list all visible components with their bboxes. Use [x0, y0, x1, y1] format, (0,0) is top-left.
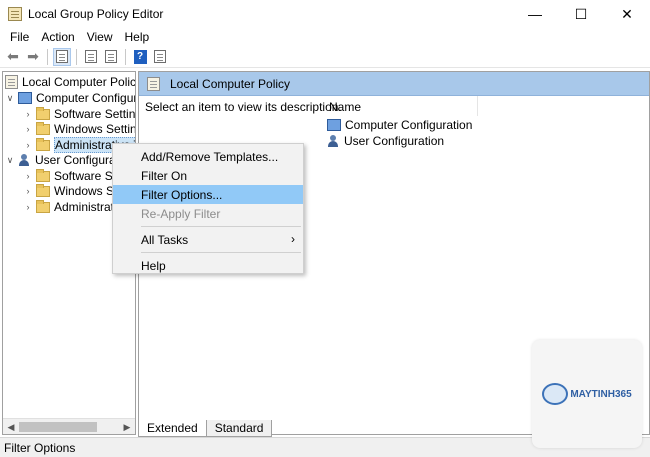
- menu-separator: [141, 252, 301, 253]
- view-tabs: Extended Standard: [138, 419, 273, 437]
- expand-chevron-icon[interactable]: ›: [23, 109, 33, 119]
- folder-icon: [36, 121, 50, 135]
- tree-item-windows-settings[interactable]: › Windows Setting: [23, 121, 136, 137]
- menu-help[interactable]: Help: [119, 30, 156, 44]
- window-title: Local Group Policy Editor: [28, 7, 164, 21]
- tree-item-label: Administrat: [54, 200, 115, 214]
- tree-item-label: Windows Setting: [54, 122, 136, 136]
- expand-chevron-icon[interactable]: ›: [23, 202, 33, 212]
- back-arrow-icon: ⬅: [7, 48, 19, 64]
- policy-icon: [147, 76, 160, 91]
- help-button[interactable]: ?: [131, 48, 149, 66]
- scroll-left-icon[interactable]: ◀: [4, 420, 18, 434]
- folder-icon: [36, 168, 50, 182]
- expand-chevron-icon[interactable]: ›: [23, 171, 33, 181]
- tree-item-user-windows-settings[interactable]: › Windows Se: [23, 183, 121, 199]
- tree-item-label: Local Computer Policy: [22, 75, 136, 89]
- menu-separator: [141, 226, 301, 227]
- help-icon: ?: [133, 49, 147, 64]
- menu-file[interactable]: File: [4, 30, 35, 44]
- toolbar-separator: [76, 48, 77, 65]
- horizontal-scrollbar[interactable]: ◀ ▶: [3, 418, 135, 434]
- submenu-arrow-icon: ›: [291, 232, 295, 246]
- expand-chevron-icon[interactable]: ›: [23, 186, 33, 196]
- collapse-chevron-icon[interactable]: ∨: [5, 155, 15, 166]
- console-tree-icon: [56, 50, 68, 63]
- menu-view[interactable]: View: [81, 30, 119, 44]
- details-header-title: Local Computer Policy: [170, 76, 291, 91]
- window-controls: — ☐ ✕: [512, 0, 650, 28]
- list-item-label: User Configuration: [344, 134, 445, 148]
- folder-icon: [36, 183, 50, 197]
- export-icon: [105, 50, 117, 63]
- menu-item-reapply-filter: Re-Apply Filter: [141, 206, 221, 221]
- list-item-user-configuration[interactable]: User Configuration: [327, 134, 444, 148]
- forward-button[interactable]: ➡: [24, 48, 42, 66]
- globe-icon: [542, 383, 569, 405]
- forward-arrow-icon: ➡: [27, 48, 39, 64]
- title-bar: Local Group Policy Editor — ☐ ✕: [0, 0, 650, 28]
- user-icon: [327, 134, 340, 148]
- watermark-mark: MAYTINH365: [542, 383, 632, 405]
- watermark-logo: MAYTINH365: [532, 340, 642, 448]
- group-policy-app-icon: [8, 7, 22, 21]
- filter-icon: [154, 50, 166, 63]
- user-icon: [18, 153, 31, 167]
- folder-icon: [36, 199, 50, 213]
- menu-bar: File Action View Help: [0, 28, 650, 46]
- tree-item-software-settings[interactable]: › Software Settings: [23, 106, 136, 122]
- collapse-chevron-icon[interactable]: ∨: [5, 93, 15, 104]
- tree-item-local-computer-policy[interactable]: Local Computer Policy: [5, 74, 136, 90]
- policy-icon: [5, 75, 18, 89]
- folder-icon: [36, 106, 50, 120]
- minimize-button[interactable]: —: [512, 0, 558, 28]
- menu-item-filter-options[interactable]: Filter Options...: [113, 185, 303, 204]
- list-item-label: Computer Configuration: [345, 118, 473, 132]
- toolbar-separator: [125, 48, 126, 65]
- tab-extended[interactable]: Extended: [138, 420, 207, 437]
- scrollbar-thumb[interactable]: [19, 422, 97, 432]
- properties-icon: [85, 50, 97, 63]
- expand-chevron-icon[interactable]: ›: [23, 124, 33, 134]
- description-text: Select an item to view its description.: [145, 100, 342, 114]
- tree-item-label: Computer Configura: [36, 91, 136, 105]
- tab-standard[interactable]: Standard: [205, 420, 273, 437]
- menu-item-filter-on[interactable]: Filter On: [113, 166, 303, 185]
- menu-item-all-tasks[interactable]: All Tasks ›: [113, 230, 303, 249]
- tree-item-label: Windows Se: [54, 184, 121, 198]
- properties-button[interactable]: [82, 48, 100, 66]
- menu-item-help[interactable]: Help: [113, 256, 303, 275]
- computer-icon: [18, 92, 32, 104]
- tree-item-user-configuration[interactable]: ∨ User Configurati: [5, 152, 122, 168]
- filter-button[interactable]: [151, 48, 169, 66]
- menu-item-add-remove-templates[interactable]: Add/Remove Templates...: [113, 147, 303, 166]
- tree-item-label: User Configurati: [35, 153, 122, 167]
- tree-item-computer-configuration[interactable]: ∨ Computer Configura: [5, 90, 136, 106]
- tree-item-label: Software Settings: [54, 107, 136, 121]
- context-menu: Add/Remove Templates... Filter On Filter…: [112, 143, 304, 274]
- scroll-right-icon[interactable]: ▶: [120, 420, 134, 434]
- tree-item-user-software-settings[interactable]: › Software Set: [23, 168, 123, 184]
- computer-icon: [327, 119, 341, 131]
- details-header: Local Computer Policy: [139, 72, 649, 96]
- folder-icon: [36, 137, 50, 151]
- list-item-computer-configuration[interactable]: Computer Configuration: [327, 118, 472, 132]
- menu-item-label: All Tasks: [141, 232, 189, 247]
- show-hide-console-tree-button[interactable]: [53, 47, 71, 66]
- watermark-brand: MAYTINH365: [570, 388, 632, 400]
- column-divider[interactable]: [477, 96, 478, 116]
- toolbar: ⬅ ➡ ?: [0, 46, 650, 68]
- toolbar-separator: [47, 48, 48, 65]
- status-text: Filter Options: [4, 440, 76, 455]
- name-column-header[interactable]: Name: [329, 100, 361, 114]
- maximize-button[interactable]: ☐: [558, 0, 604, 28]
- tree-item-user-administrative-templates[interactable]: › Administrat: [23, 199, 114, 215]
- close-button[interactable]: ✕: [604, 0, 650, 28]
- expand-chevron-icon[interactable]: ›: [23, 140, 33, 150]
- back-button[interactable]: ⬅: [4, 48, 22, 66]
- export-list-button[interactable]: [102, 48, 120, 66]
- menu-action[interactable]: Action: [35, 30, 80, 44]
